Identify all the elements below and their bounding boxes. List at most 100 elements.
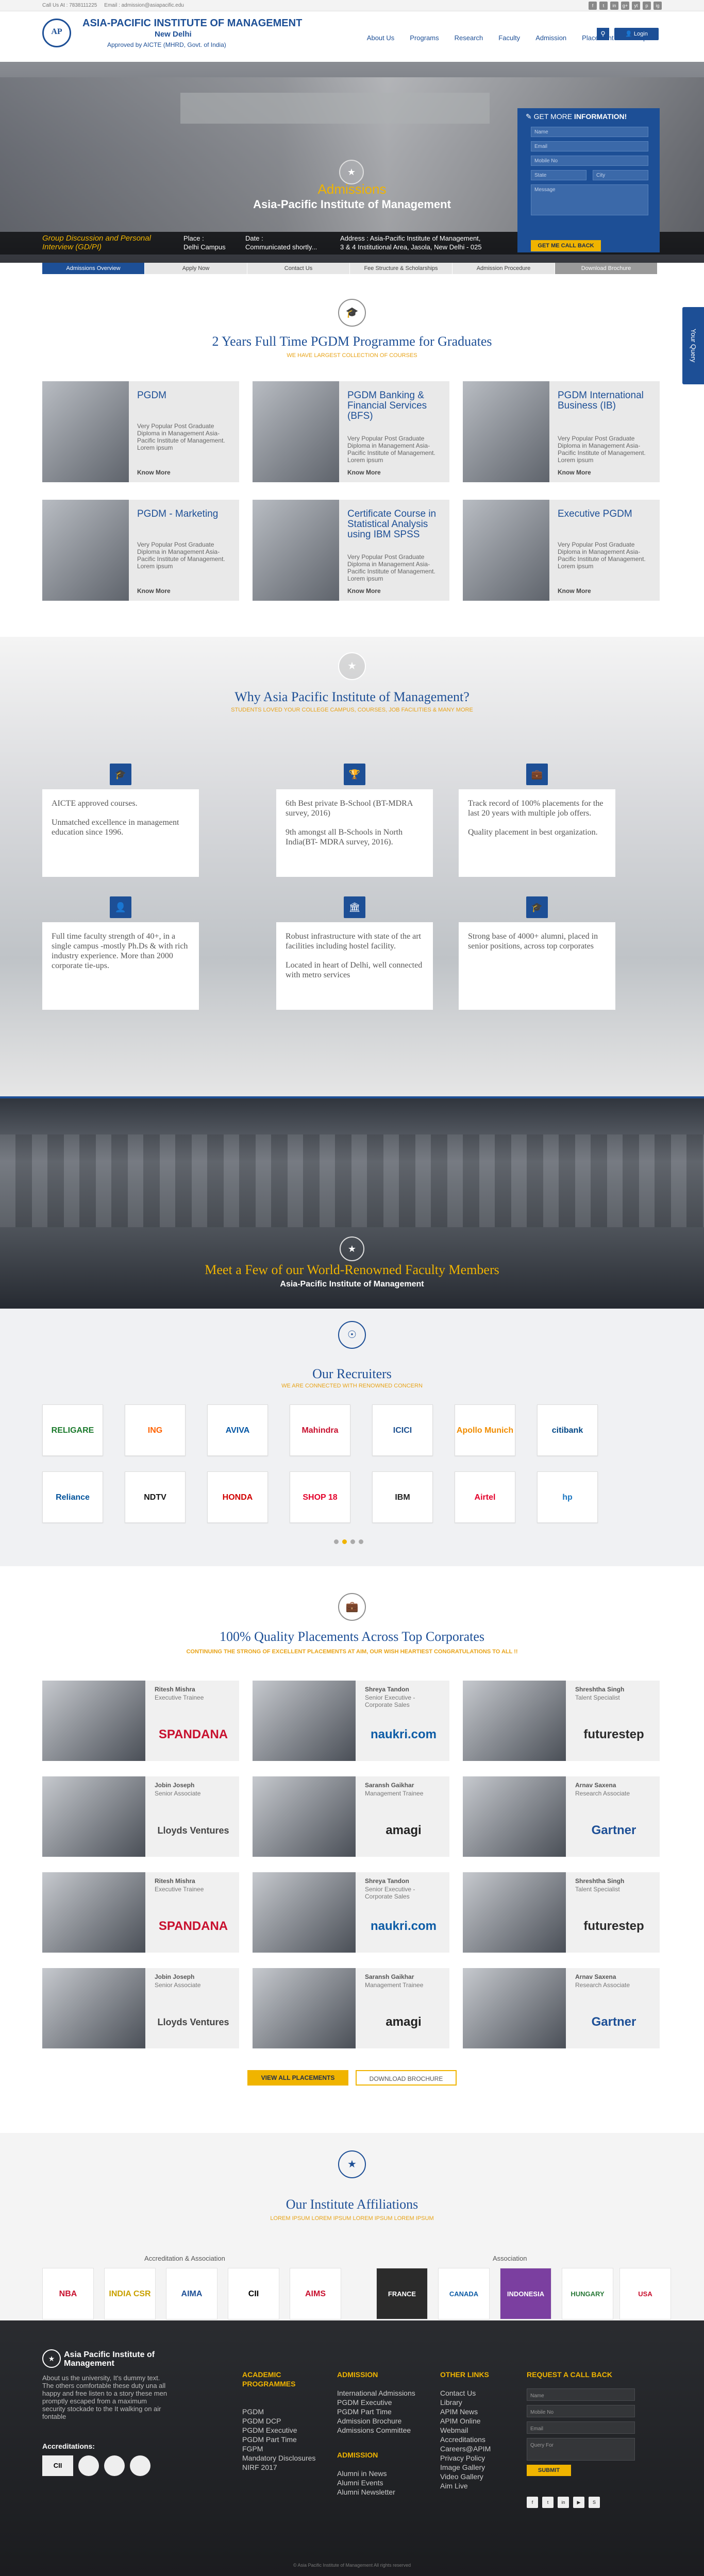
mobile-input[interactable]: Mobile No <box>531 156 648 166</box>
twitter-icon[interactable]: t <box>542 2497 554 2508</box>
programme-card[interactable]: PGDM Banking & Financial Services (BFS) V… <box>253 381 449 482</box>
programme-title[interactable]: PGDM International Business (IB) <box>558 391 653 411</box>
affiliation-logo[interactable]: HUNGARY <box>562 2268 613 2319</box>
facebook-icon[interactable]: f <box>589 2 597 10</box>
recruiter-logo[interactable]: NDTV <box>125 1471 186 1523</box>
affiliation-logo[interactable]: CANADA <box>438 2268 490 2319</box>
skype-icon[interactable]: S <box>589 2497 600 2508</box>
nav-campus[interactable]: Campus <box>622 34 662 42</box>
footer-link[interactable]: Accreditations <box>440 2435 523 2444</box>
footer-link[interactable]: Aim Live <box>440 2481 523 2490</box>
programme-title[interactable]: PGDM - Marketing <box>137 509 233 519</box>
recruiter-logo[interactable]: SHOP 18 <box>290 1471 350 1523</box>
facebook-icon[interactable]: f <box>527 2497 538 2508</box>
nav-placement[interactable]: Placement <box>574 34 621 42</box>
callback-field[interactable]: Mobile No <box>527 2405 635 2417</box>
footer-link[interactable]: Webmail <box>440 2426 523 2435</box>
nav-faculty[interactable]: Faculty <box>491 34 528 42</box>
programme-card[interactable]: PGDM - Marketing Very Popular Post Gradua… <box>42 500 239 601</box>
affiliation-logo[interactable]: CII <box>228 2268 279 2319</box>
download-brochure-button[interactable]: DOWNLOAD BROCHURE <box>356 2070 457 2086</box>
youtube-icon[interactable]: ▶ <box>573 2497 584 2508</box>
affiliation-logo[interactable]: INDONESIA <box>500 2268 551 2319</box>
recruiter-logo[interactable]: hp <box>537 1471 598 1523</box>
footer-link[interactable]: Alumni in News <box>337 2469 430 2478</box>
programme-title[interactable]: Executive PGDM <box>558 509 653 519</box>
recruiter-logo[interactable]: IBM <box>372 1471 433 1523</box>
know-more-link[interactable]: Know More <box>558 587 591 595</box>
message-input[interactable]: Message <box>531 184 648 215</box>
callback-button[interactable]: GET ME CALL BACK <box>531 240 601 251</box>
footer-link[interactable]: APIM News <box>440 2407 523 2416</box>
footer-link[interactable]: Library <box>440 2398 523 2407</box>
programme-card[interactable]: PGDM Very Popular Post Graduate Diploma i… <box>42 381 239 482</box>
footer-link[interactable]: NIRF 2017 <box>242 2463 330 2472</box>
recruiter-logo[interactable]: ICICI <box>372 1404 433 1456</box>
recruiter-logo[interactable]: Mahindra <box>290 1404 350 1456</box>
nav-research[interactable]: Research <box>447 34 491 42</box>
footer-link[interactable]: PGDM Executive <box>337 2398 430 2407</box>
tab-download-brochure[interactable]: Download Brochure <box>555 263 658 274</box>
programme-title[interactable]: Certificate Course in Statistical Analys… <box>347 509 443 540</box>
nav-admission[interactable]: Admission <box>528 34 574 42</box>
city-select[interactable]: City <box>593 170 648 180</box>
email-input[interactable]: Email <box>531 141 648 151</box>
tab-admissions-overview[interactable]: Admissions Overview <box>42 263 145 274</box>
know-more-link[interactable]: Know More <box>347 469 381 476</box>
recruiter-logo[interactable]: HONDA <box>207 1471 268 1523</box>
recruiter-logo[interactable]: AVIVA <box>207 1404 268 1456</box>
affiliation-logo[interactable]: NBA <box>42 2268 94 2319</box>
affiliation-logo[interactable]: AIMA <box>166 2268 217 2319</box>
footer-link[interactable]: Contact Us <box>440 2388 523 2398</box>
know-more-link[interactable]: Know More <box>137 587 171 595</box>
carousel-dot-active[interactable] <box>342 1539 347 1544</box>
callback-field[interactable]: Name <box>527 2388 635 2401</box>
know-more-link[interactable]: Know More <box>137 469 171 476</box>
nav-programs[interactable]: Programs <box>402 34 446 42</box>
know-more-link[interactable]: Know More <box>558 469 591 476</box>
callback-field[interactable]: Query For <box>527 2438 635 2461</box>
recruiter-logo[interactable]: Reliance <box>42 1471 103 1523</box>
footer-link[interactable]: PGDM Executive <box>242 2426 330 2435</box>
recruiter-logo[interactable]: RELIGARE <box>42 1404 103 1456</box>
email-text[interactable]: Email : admission@asiapacific.edu <box>104 3 184 8</box>
affiliation-logo[interactable]: INDIA CSR <box>104 2268 156 2319</box>
nav-about[interactable]: About Us <box>359 34 402 42</box>
youtube-icon[interactable]: yt <box>632 2 640 10</box>
instagram-icon[interactable]: ig <box>653 2 662 10</box>
programme-title[interactable]: PGDM <box>137 391 233 401</box>
footer-link[interactable]: Mandatory Disclosures <box>242 2453 330 2463</box>
tab-apply-now[interactable]: Apply Now <box>145 263 247 274</box>
footer-link[interactable]: PGDM <box>242 2407 330 2416</box>
programme-card[interactable]: PGDM International Business (IB) Very Pop… <box>463 381 660 482</box>
footer-link[interactable]: Image Gallery <box>440 2463 523 2472</box>
google-plus-icon[interactable]: g+ <box>621 2 629 10</box>
footer-link[interactable]: PGDM Part Time <box>242 2435 330 2444</box>
recruiter-logo[interactable]: ING <box>125 1404 186 1456</box>
tab-fee-structure[interactable]: Fee Structure & Scholarships <box>350 263 452 274</box>
recruiter-logo[interactable]: Apollo Munich <box>455 1404 515 1456</box>
state-select[interactable]: State <box>531 170 586 180</box>
view-all-placements-button[interactable]: VIEW ALL PLACEMENTS <box>247 2070 348 2086</box>
footer-link[interactable]: Alumni Newsletter <box>337 2487 430 2497</box>
footer-link[interactable]: APIM Online <box>440 2416 523 2426</box>
name-input[interactable]: Name <box>531 127 648 137</box>
footer-link[interactable]: PGDM DCP <box>242 2416 330 2426</box>
pinterest-icon[interactable]: p <box>643 2 651 10</box>
affiliation-logo[interactable]: AIMS <box>290 2268 341 2319</box>
tab-admission-procedure[interactable]: Admission Procedure <box>452 263 555 274</box>
programme-title[interactable]: PGDM Banking & Financial Services (BFS) <box>347 391 443 421</box>
footer-link[interactable]: Admissions Committee <box>337 2426 430 2435</box>
footer-link[interactable]: Privacy Policy <box>440 2453 523 2463</box>
footer-link[interactable]: International Admissions <box>337 2388 430 2398</box>
programme-card[interactable]: Certificate Course in Statistical Analys… <box>253 500 449 601</box>
carousel-dot[interactable] <box>359 1539 363 1544</box>
tab-contact-us[interactable]: Contact Us <box>247 263 350 274</box>
footer-link[interactable]: Video Gallery <box>440 2472 523 2481</box>
affiliation-logo[interactable]: USA <box>619 2268 671 2319</box>
programme-card[interactable]: Executive PGDM Very Popular Post Graduate… <box>463 500 660 601</box>
linkedin-icon[interactable]: in <box>558 2497 569 2508</box>
footer-submit-button[interactable]: SUBMIT <box>527 2465 571 2476</box>
recruiter-logo[interactable]: Airtel <box>455 1471 515 1523</box>
callback-field[interactable]: Email <box>527 2421 635 2434</box>
